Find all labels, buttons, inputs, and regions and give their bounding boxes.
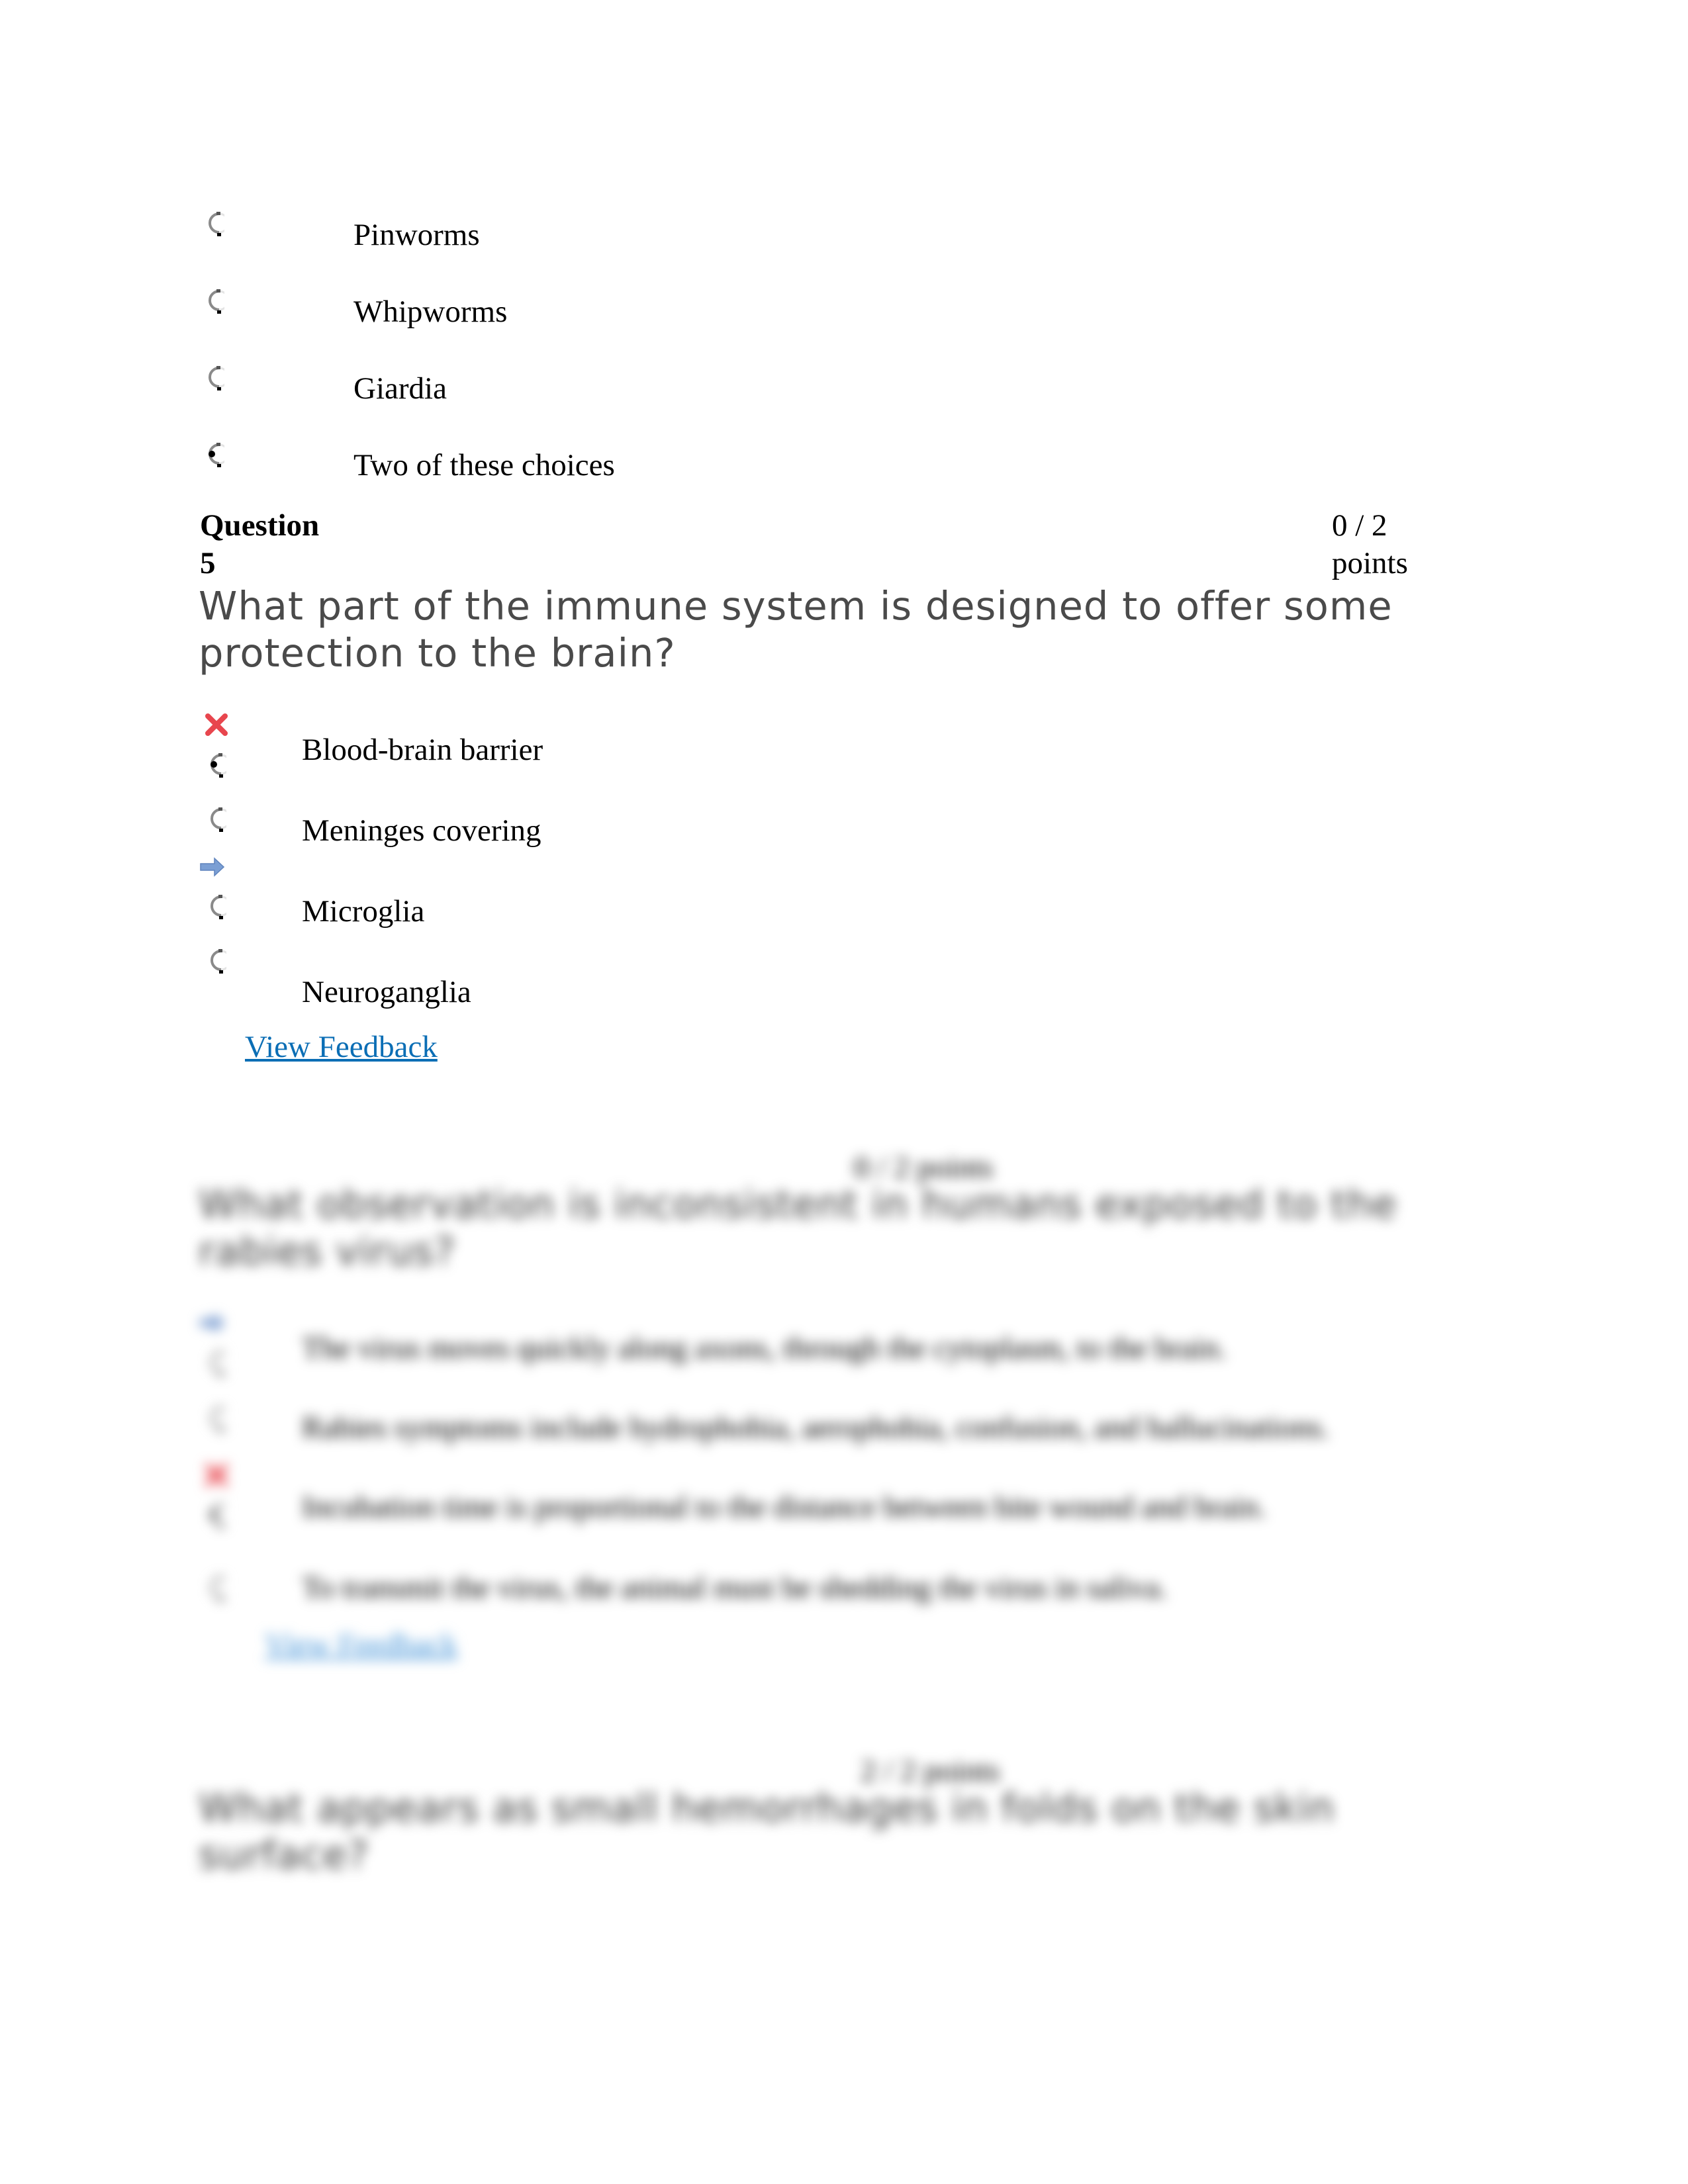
option-label: Rabies symptoms include hydrophobia, aer… xyxy=(302,1410,1330,1445)
correct-answer-arrow-icon xyxy=(200,858,224,876)
radio-unselected-icon[interactable] xyxy=(204,1406,232,1433)
option-label: Pinworms xyxy=(353,218,480,252)
question-text: What observation is inconsistent in huma… xyxy=(199,1181,1397,1274)
question-text: What appears as small hemorrhages in fol… xyxy=(199,1785,1335,1878)
incorrect-x-icon xyxy=(205,1464,228,1486)
option-label: The virus moves quickly along axons, thr… xyxy=(302,1331,1227,1365)
option-label: Incubation time is proportional to the d… xyxy=(302,1490,1266,1524)
question-index: 5 xyxy=(200,546,216,580)
incorrect-x-icon xyxy=(205,713,228,736)
score-value: 0 / 2 xyxy=(1332,508,1387,543)
option-row[interactable] xyxy=(202,441,224,471)
radio-selected-icon[interactable] xyxy=(204,752,226,778)
option-label: Microglia xyxy=(302,894,425,929)
radio-unselected-icon[interactable] xyxy=(204,1350,232,1377)
radio-selected-icon[interactable] xyxy=(202,441,224,468)
radio-unselected-icon[interactable] xyxy=(202,365,230,392)
option-row[interactable] xyxy=(202,210,230,240)
option-label: Two of these choices xyxy=(353,448,615,482)
option-row[interactable] xyxy=(204,1502,226,1532)
option-label: Neuroganglia xyxy=(302,975,471,1009)
radio-unselected-icon[interactable] xyxy=(202,288,230,315)
option-row[interactable] xyxy=(204,752,226,782)
score-unit: points xyxy=(1332,546,1408,580)
option-row[interactable] xyxy=(202,288,230,318)
option-label: To transmit the virus, the animal must b… xyxy=(302,1570,1168,1605)
radio-unselected-icon[interactable] xyxy=(204,948,232,975)
option-row[interactable] xyxy=(204,1406,232,1435)
option-row[interactable] xyxy=(202,365,230,394)
radio-unselected-icon[interactable] xyxy=(204,806,232,833)
question-text: What part of the immune system is design… xyxy=(199,583,1393,676)
view-feedback-link[interactable]: View Feedback xyxy=(265,1627,457,1662)
option-row[interactable] xyxy=(204,893,232,923)
option-label: Meninges covering xyxy=(302,813,541,848)
option-row[interactable] xyxy=(204,1575,232,1605)
option-label: Blood-brain barrier xyxy=(302,733,543,767)
correct-answer-arrow-icon xyxy=(200,1314,224,1332)
question-score: 0 / 2 points xyxy=(1332,507,1408,582)
question-label: Question xyxy=(200,508,320,543)
option-row[interactable] xyxy=(204,806,232,836)
option-row[interactable] xyxy=(204,948,232,978)
question-number: Question 5 xyxy=(200,507,319,582)
radio-unselected-icon[interactable] xyxy=(202,210,230,238)
radio-selected-icon[interactable] xyxy=(204,1502,226,1529)
option-label: Whipworms xyxy=(353,295,508,329)
radio-unselected-icon[interactable] xyxy=(204,1575,232,1602)
view-feedback-link[interactable]: View Feedback xyxy=(245,1029,438,1065)
option-row[interactable] xyxy=(204,1350,232,1380)
radio-unselected-icon[interactable] xyxy=(204,893,232,921)
option-label: Giardia xyxy=(353,371,447,406)
